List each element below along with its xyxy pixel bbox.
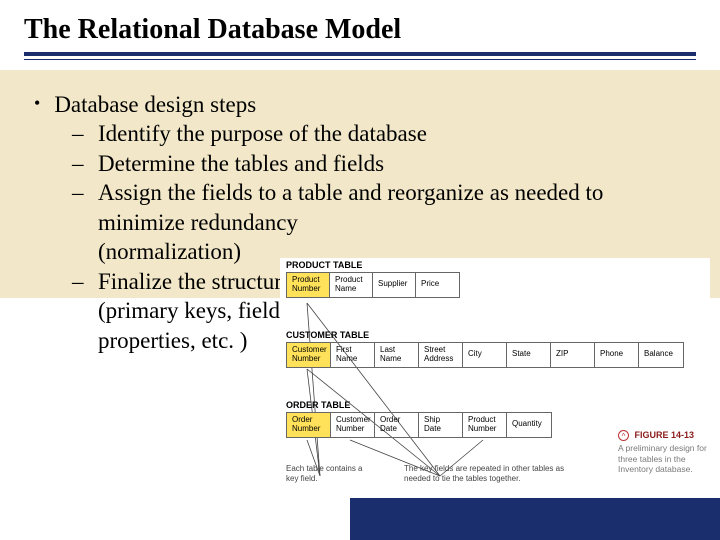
col-quantity: Quantity [507, 413, 551, 437]
bullet-l2c-wrap: Assign the fields to a table and reorgan… [98, 178, 708, 266]
product-label: PRODUCT TABLE [286, 260, 460, 270]
col-phone: Phone [595, 343, 639, 367]
title-rule-thin [24, 59, 696, 60]
col-order-number: Order Number [287, 413, 331, 437]
order-block: ORDER TABLE Order Number Customer Number… [286, 400, 552, 438]
bullet-dash: – [72, 267, 86, 355]
product-block: PRODUCT TABLE Product Number Product Nam… [286, 260, 460, 298]
bullet-l2c-line1: Assign the fields to a table and reorgan… [98, 178, 708, 207]
figure-number: FIGURE 14-13 [635, 430, 695, 440]
col-order-product: Product Number [463, 413, 507, 437]
bullet-level1: • Database design steps [34, 90, 694, 119]
col-last-name: Last Name [375, 343, 419, 367]
customer-table: Customer Number First Name Last Name Str… [286, 342, 684, 368]
figure-number-row: ^ FIGURE 14-13 [618, 430, 712, 441]
col-city: City [463, 343, 507, 367]
product-table: Product Number Product Name Supplier Pri… [286, 272, 460, 298]
col-ship-date: Ship Date [419, 413, 463, 437]
bullet-dash: – [72, 149, 86, 178]
col-price: Price [416, 273, 459, 297]
bullet-dot: • [34, 92, 40, 121]
col-street: Street Address [419, 343, 463, 367]
slide-title: The Relational Database Model [24, 14, 401, 46]
bullet-l1-text: Database design steps [54, 90, 256, 119]
caption-repeated: The key fields are repeated in other tab… [404, 464, 584, 484]
col-zip: ZIP [551, 343, 595, 367]
bullet-l2c-line2: minimize redundancy (normalization) [98, 208, 308, 267]
caption-keyfield: Each table contains a key field. [286, 464, 371, 484]
col-order-date: Order Date [375, 413, 419, 437]
bullet-dash: – [72, 178, 86, 266]
bullet-l2b-text: Determine the tables and fields [98, 149, 384, 178]
bullet-level2: – Determine the tables and fields [72, 149, 694, 178]
col-supplier: Supplier [373, 273, 416, 297]
customer-block: CUSTOMER TABLE Customer Number First Nam… [286, 330, 684, 368]
col-first-name: First Name [331, 343, 375, 367]
order-label: ORDER TABLE [286, 400, 552, 410]
customer-label: CUSTOMER TABLE [286, 330, 684, 340]
bullet-l2d-text: Finalize the structure (primary keys, fi… [98, 267, 308, 355]
col-state: State [507, 343, 551, 367]
bullet-level2: – Assign the fields to a table and reorg… [72, 178, 694, 266]
col-product-name: Product Name [330, 273, 373, 297]
bullet-l2a-text: Identify the purpose of the database [98, 119, 427, 148]
bullet-dash: – [72, 119, 86, 148]
order-table: Order Number Customer Number Order Date … [286, 412, 552, 438]
title-rule-thick [24, 52, 696, 56]
er-diagram: PRODUCT TABLE Product Number Product Nam… [280, 258, 710, 498]
figure-text: A preliminary design for three tables in… [618, 443, 712, 475]
col-customer-number: Customer Number [287, 343, 331, 367]
footer-band [350, 498, 720, 540]
figure-caption: ^ FIGURE 14-13 A preliminary design for … [618, 430, 712, 475]
col-order-customer: Customer Number [331, 413, 375, 437]
figure-glyph-icon: ^ [618, 430, 629, 441]
col-product-number: Product Number [287, 273, 330, 297]
col-balance: Balance [639, 343, 683, 367]
bullet-level2: – Identify the purpose of the database [72, 119, 694, 148]
